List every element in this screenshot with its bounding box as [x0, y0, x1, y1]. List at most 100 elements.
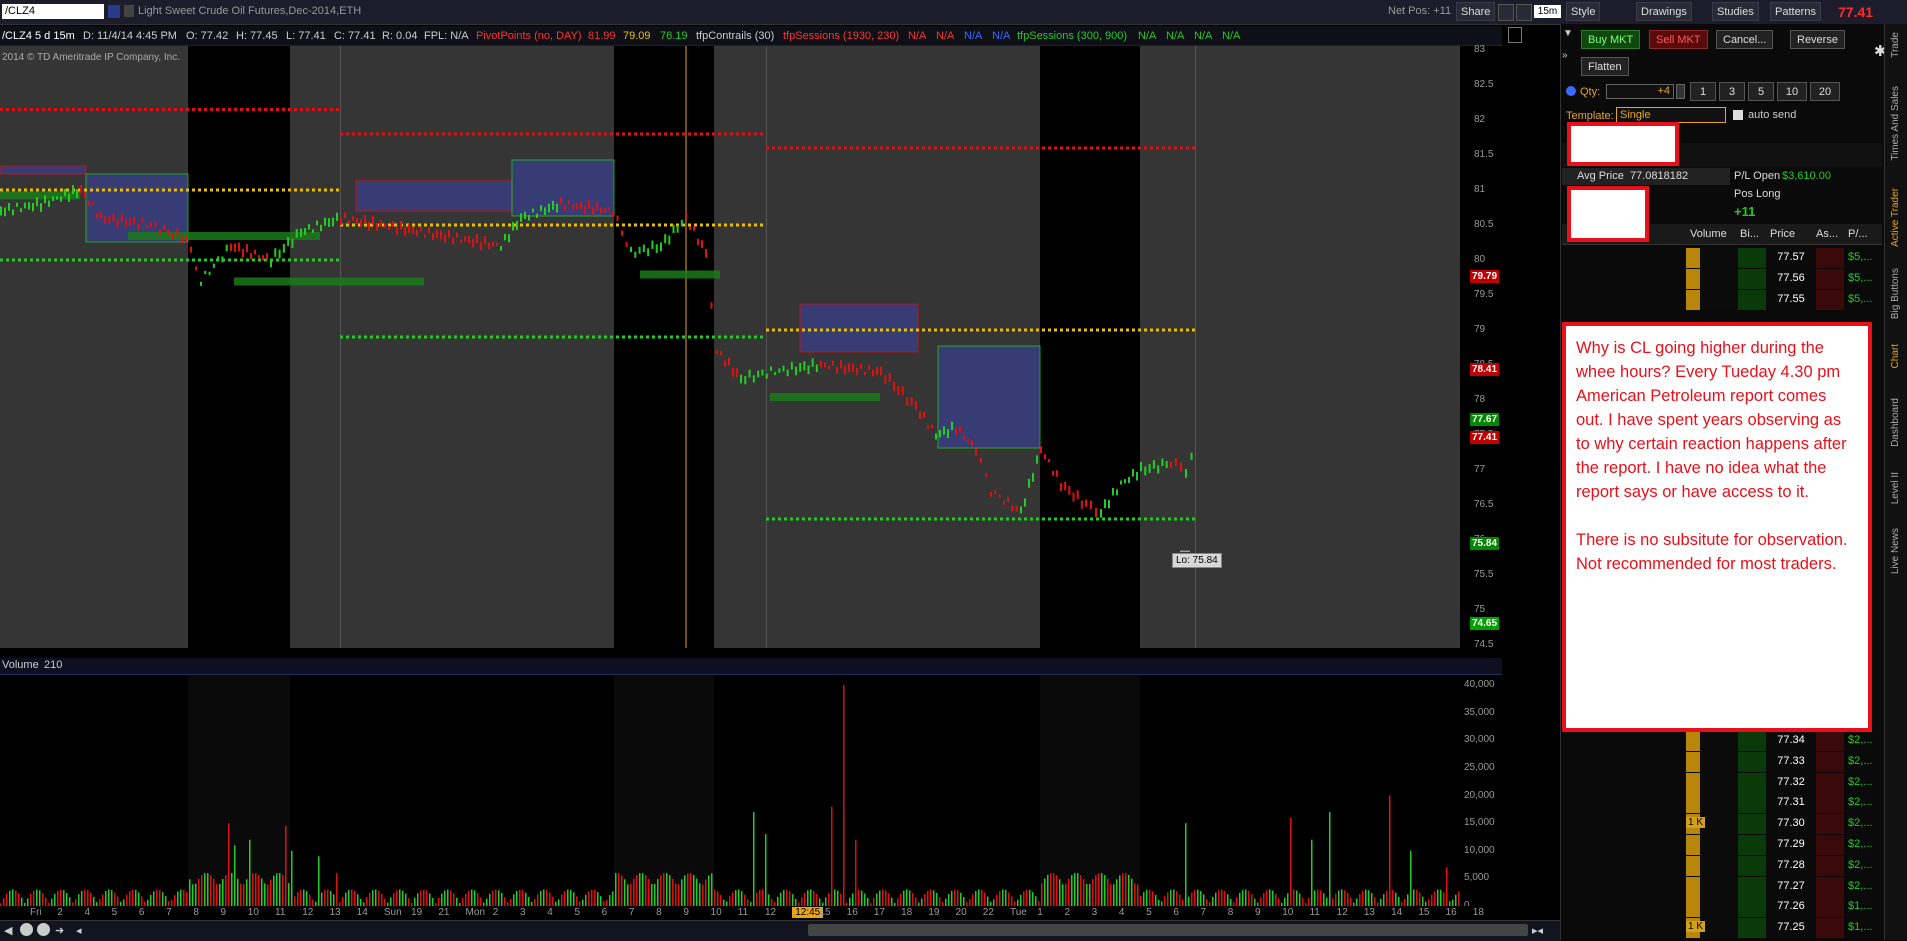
scroll-left-icon[interactable]: ◀: [4, 924, 12, 937]
ladder-bid-cell[interactable]: [1738, 814, 1766, 835]
expand-icon[interactable]: ➜: [55, 924, 64, 937]
scroll-end-icon[interactable]: ▸◂: [1532, 924, 1543, 937]
ladder-ask-cell[interactable]: [1816, 290, 1844, 310]
studies-button[interactable]: Studies: [1712, 2, 1759, 21]
ladder-ask-cell[interactable]: [1816, 248, 1844, 268]
ladder-ask-cell[interactable]: [1816, 876, 1844, 897]
ladder-bid-cell[interactable]: [1738, 918, 1766, 939]
ladder-bid-cell[interactable]: [1738, 269, 1766, 289]
qty-stepper[interactable]: [1676, 84, 1685, 99]
ladder-row-bottom[interactable]: 77.29 $2,...: [1562, 835, 1882, 855]
auto-send-checkbox[interactable]: [1733, 110, 1743, 120]
tab-chart[interactable]: Chart: [1890, 344, 1901, 368]
ladder-bid-cell[interactable]: [1738, 248, 1766, 268]
ladder-ask-cell[interactable]: [1816, 751, 1844, 772]
reverse-button[interactable]: Reverse: [1790, 30, 1845, 49]
ladder-bid-cell[interactable]: [1738, 835, 1766, 855]
ladder-row-bottom[interactable]: 77.32 $2,...: [1562, 772, 1882, 793]
ladder-bid-cell[interactable]: [1738, 772, 1766, 793]
template-select[interactable]: Single: [1616, 107, 1726, 123]
ladder-row-bottom[interactable]: 1 K 77.30 $2,...: [1562, 814, 1882, 835]
share-button[interactable]: Share: [1456, 2, 1496, 21]
price-chart[interactable]: [0, 46, 1460, 648]
flatten-button[interactable]: Flatten: [1581, 57, 1629, 76]
qty-preset-5[interactable]: 5: [1748, 82, 1774, 101]
pivot-study-label[interactable]: PivotPoints (no, DAY): [476, 30, 582, 42]
scroll-back-icon[interactable]: ◂: [76, 924, 82, 937]
drawing-tool-icon[interactable]: [1498, 4, 1514, 21]
qty-preset-20[interactable]: 20: [1810, 82, 1840, 101]
ladder-ask-cell[interactable]: [1816, 772, 1844, 793]
patterns-button[interactable]: Patterns: [1770, 2, 1821, 21]
ladder-bid-cell[interactable]: [1738, 876, 1766, 897]
ladder-row-bottom[interactable]: 77.34 $2,...: [1562, 731, 1882, 751]
wrench-icon[interactable]: [1516, 4, 1532, 21]
ladder-row-bottom[interactable]: 77.33 $2,...: [1562, 751, 1882, 772]
help-icon[interactable]: [1566, 86, 1576, 96]
volume-bar: [468, 890, 470, 906]
ladder-ask-cell[interactable]: [1816, 835, 1844, 855]
style-button[interactable]: Style: [1566, 2, 1601, 21]
sessions1-study-label[interactable]: tfpSessions (1930, 230): [783, 30, 899, 42]
qty-preset-1[interactable]: 1: [1690, 82, 1716, 101]
session-box-5: [937, 345, 1041, 449]
tab-big-buttons[interactable]: Big Buttons: [1890, 268, 1901, 319]
tab-live-news[interactable]: Live News: [1890, 528, 1901, 574]
symbol-input[interactable]: /CLZ4: [2, 4, 104, 19]
drawings-button[interactable]: Drawings: [1636, 2, 1692, 21]
volume-bar: [357, 894, 359, 906]
panel-expand-icon[interactable]: »: [1562, 50, 1568, 61]
tab-times-and-sales[interactable]: Times And Sales: [1890, 86, 1901, 161]
qty-preset-3[interactable]: 3: [1719, 82, 1745, 101]
ladder-row-bottom[interactable]: 77.31 $2,...: [1562, 793, 1882, 814]
ladder-pl: $2,...: [1848, 734, 1873, 746]
timeframe-button[interactable]: 15m: [1534, 5, 1561, 18]
contrails-study-label[interactable]: tfpContrails (30): [696, 30, 774, 42]
ladder-row-bottom[interactable]: 77.28 $2,...: [1562, 855, 1882, 876]
qty-preset-10[interactable]: 10: [1777, 82, 1807, 101]
volume-tick: 40,000: [1464, 679, 1495, 691]
ladder-row-bottom[interactable]: 77.26 $1,...: [1562, 897, 1882, 918]
ladder-row-bottom[interactable]: 77.27 $2,...: [1562, 876, 1882, 897]
symbol-dropdown-icon[interactable]: [108, 5, 120, 18]
ladder-bid-cell[interactable]: [1738, 731, 1766, 751]
tab-active-trader[interactable]: Active Trader: [1890, 188, 1901, 247]
volume-bar: [975, 891, 977, 906]
sell-mkt-button[interactable]: Sell MKT: [1649, 30, 1708, 49]
tab-level-ii[interactable]: Level II: [1890, 472, 1901, 504]
zoom-in-icon[interactable]: [20, 923, 33, 936]
ladder-row-bottom[interactable]: 1 K 77.25 $1,...: [1562, 918, 1882, 939]
ladder-ask-cell[interactable]: [1816, 731, 1844, 751]
ladder-bid-cell[interactable]: [1738, 793, 1766, 814]
ladder-row-top[interactable]: 77.57 $5,...: [1562, 248, 1882, 268]
time-scrollbar[interactable]: [808, 924, 1528, 936]
cancel-button[interactable]: Cancel...: [1716, 30, 1774, 49]
zoom-out-icon[interactable]: [37, 923, 50, 936]
ladder-row-top[interactable]: 77.56 $5,...: [1562, 269, 1882, 289]
ladder-bid-cell[interactable]: [1738, 855, 1766, 876]
candle: [672, 224, 675, 234]
buy-mkt-button[interactable]: Buy MKT: [1581, 30, 1641, 49]
chart-settings-icon[interactable]: [1508, 27, 1522, 43]
ladder-ask-cell[interactable]: [1816, 918, 1844, 939]
qty-input[interactable]: +4: [1606, 84, 1674, 99]
ladder-ask-cell[interactable]: [1816, 793, 1844, 814]
tab-trade[interactable]: Trade: [1890, 32, 1901, 58]
ladder-ask-cell[interactable]: [1816, 814, 1844, 835]
ladder-bid-cell[interactable]: [1738, 290, 1766, 310]
link-icon[interactable]: [124, 5, 134, 17]
panel-collapse-icon[interactable]: ▼: [1563, 28, 1573, 39]
volume-pane[interactable]: [0, 658, 1502, 906]
candle: [761, 369, 764, 376]
ladder-header-ask: As...: [1816, 228, 1839, 240]
tab-dashboard[interactable]: Dashboard: [1890, 398, 1901, 447]
ladder-bid-cell[interactable]: [1738, 897, 1766, 918]
volume-bar: [1026, 889, 1028, 906]
ladder-row-top[interactable]: 77.55 $5,...: [1562, 290, 1882, 310]
ladder-ask-cell[interactable]: [1816, 855, 1844, 876]
sessions2-study-label[interactable]: tfpSessions (300, 900): [1017, 30, 1127, 42]
candle: [496, 242, 498, 246]
ladder-ask-cell[interactable]: [1816, 269, 1844, 289]
ladder-bid-cell[interactable]: [1738, 751, 1766, 772]
ladder-ask-cell[interactable]: [1816, 897, 1844, 918]
